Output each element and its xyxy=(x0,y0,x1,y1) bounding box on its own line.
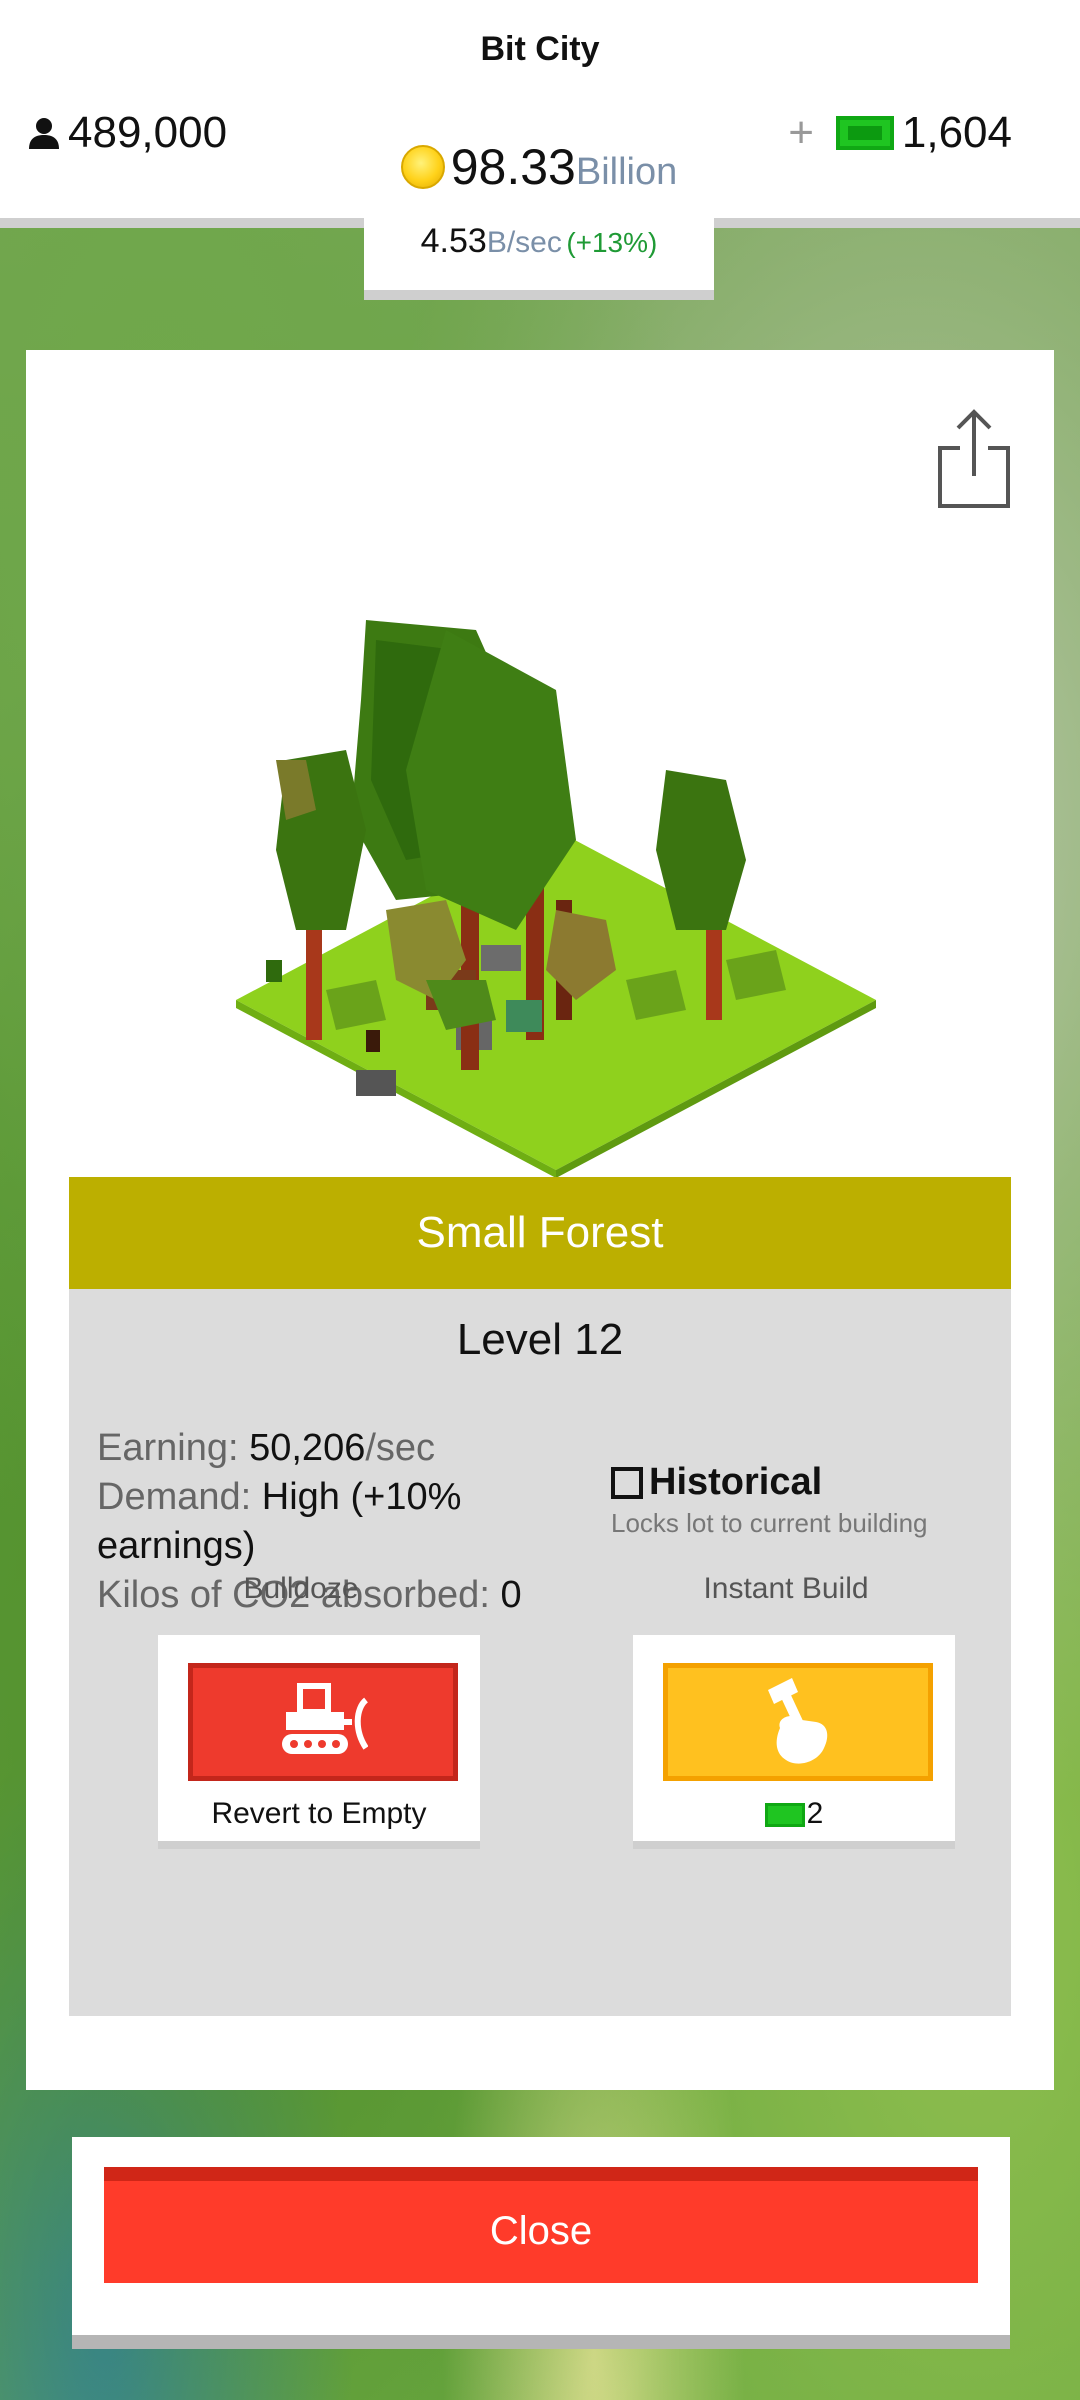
historical-description: Locks lot to current building xyxy=(611,1508,928,1538)
cash-icon xyxy=(764,1803,805,1828)
bulldoze-action: Revert to Empty xyxy=(158,1635,480,1849)
close-bar: Close xyxy=(72,2137,1010,2349)
co2-value: 0 xyxy=(500,1574,522,1616)
rate-bonus: (+13%) xyxy=(566,227,658,258)
demand-row: Demand: High (+10% earnings) xyxy=(97,1473,537,1571)
earning-unit: /sec xyxy=(365,1427,436,1469)
bucks-value: 1,604 xyxy=(901,108,1012,157)
coins-value: 98.33 xyxy=(450,139,576,195)
population-counter: 489,000 xyxy=(26,108,227,158)
historical-label: Historical xyxy=(649,1461,823,1503)
instant-build-cost-value: 2 xyxy=(806,1797,824,1830)
bulldoze-caption: Revert to Empty xyxy=(211,1797,427,1830)
instant-build-action: 2 xyxy=(633,1635,955,1849)
demand-label: Demand: xyxy=(97,1476,252,1518)
historical-option[interactable]: Historical Locks lot to current building xyxy=(611,1461,971,1539)
forest-illustration xyxy=(236,620,876,1178)
bulldozer-icon xyxy=(282,1683,368,1754)
rate-value: 4.53 xyxy=(420,222,487,260)
earning-row: Earning: 50,206/sec xyxy=(97,1424,537,1473)
hammer-hand-icon xyxy=(768,1678,828,1764)
population-value: 489,000 xyxy=(68,108,228,157)
bulldoze-label: Bulldoze xyxy=(243,1572,359,1605)
bulldoze-button[interactable] xyxy=(188,1663,458,1781)
instant-build-label: Instant Build xyxy=(703,1572,869,1605)
historical-checkbox[interactable] xyxy=(611,1466,643,1499)
building-info-panel: Level 12 Earning: 50,206/sec Demand: Hig… xyxy=(69,1289,1011,2016)
close-button[interactable]: Close xyxy=(104,2167,978,2283)
building-level: Level 12 xyxy=(456,1315,624,1364)
earning-label: Earning: xyxy=(97,1427,239,1469)
coins-unit: Billion xyxy=(575,151,678,193)
person-icon xyxy=(29,118,59,149)
share-icon[interactable] xyxy=(936,406,1012,510)
coin-icon xyxy=(400,145,445,189)
add-bucks-button[interactable]: + xyxy=(788,108,814,158)
earning-value: 50,206 xyxy=(249,1427,366,1469)
instant-build-cost: 2 xyxy=(633,1797,955,1831)
app-title: Bit City xyxy=(480,30,600,68)
rate-unit: B/sec xyxy=(486,226,562,259)
building-name: Small Forest xyxy=(69,1177,1011,1289)
bucks-counter[interactable]: + 1,604 xyxy=(788,108,1012,158)
cash-icon xyxy=(835,116,894,150)
coins-panel: 98.33 Billion 4.53B/sec (+13%) xyxy=(364,120,714,300)
building-detail-card: Small Forest Level 12 Earning: 50,206/se… xyxy=(26,350,1054,2090)
instant-build-button[interactable] xyxy=(663,1663,933,1781)
